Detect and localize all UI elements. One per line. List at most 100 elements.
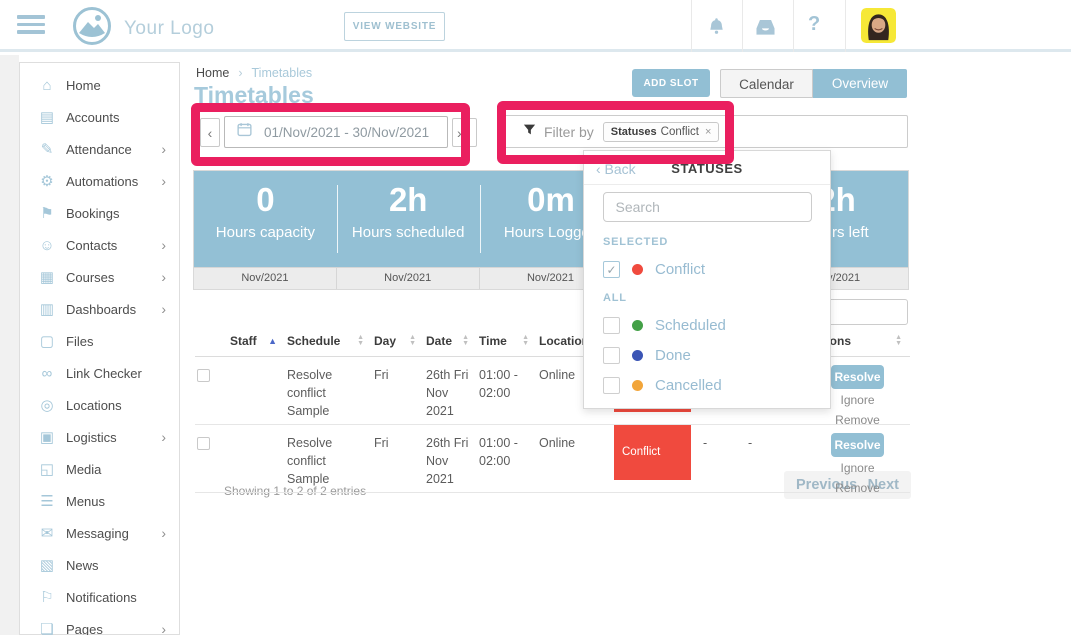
- logo[interactable]: Your Logo: [72, 6, 214, 51]
- home-icon: ⌂: [37, 77, 57, 94]
- status-checkbox[interactable]: [603, 317, 620, 334]
- sort-icons: ▲▼: [409, 335, 416, 347]
- remove-link[interactable]: Remove: [835, 480, 880, 497]
- status-option-label: Scheduled: [655, 317, 726, 334]
- status-option-cancelled[interactable]: Cancelled: [603, 377, 830, 394]
- status-option-scheduled[interactable]: Scheduled: [603, 317, 830, 334]
- filter-tag-remove-icon[interactable]: ×: [705, 126, 711, 138]
- page-gutter: [0, 55, 19, 635]
- sidebar-item-media[interactable]: ◱ Media: [20, 453, 179, 485]
- filter-bar[interactable]: Filter by Statuses Conflict ×: [499, 115, 908, 148]
- sidebar-item-label: Accounts: [66, 110, 119, 125]
- status-option-conflict[interactable]: ✓ Conflict: [603, 261, 830, 278]
- sidebar-item-courses[interactable]: ▦Courses›: [20, 261, 179, 293]
- resolve-button[interactable]: Resolve: [831, 433, 884, 457]
- status-checkbox[interactable]: [603, 347, 620, 364]
- column-header-label: Location: [539, 334, 589, 348]
- sidebar-item-label: Courses: [66, 270, 114, 285]
- sidebar-item-locations[interactable]: ◎ Locations: [20, 389, 179, 421]
- link-checker-icon: ∞: [37, 365, 57, 382]
- filter-tag-statuses-conflict[interactable]: Statuses Conflict ×: [603, 122, 720, 142]
- column-header-schedule[interactable]: Schedule▲▼: [285, 332, 372, 356]
- resolve-button[interactable]: Resolve: [831, 365, 884, 389]
- date-prev-button[interactable]: ‹: [200, 118, 220, 147]
- sidebar-item-messaging[interactable]: ✉Messaging›: [20, 517, 179, 549]
- sidebar: ⌂Home▤Accounts✎Attendance›⚙Automations›⚑…: [19, 62, 180, 635]
- status-dot: [632, 320, 643, 331]
- ignore-link[interactable]: Ignore: [840, 460, 874, 477]
- cell-time: 01:00 - 02:00: [477, 424, 537, 492]
- sidebar-item-pages[interactable]: ❏Pages›: [20, 613, 179, 635]
- sidebar-item-attendance[interactable]: ✎Attendance›: [20, 133, 179, 165]
- filter-icon: [522, 122, 537, 142]
- date-next-button[interactable]: ›: [452, 118, 477, 147]
- row-checkbox[interactable]: [197, 369, 210, 382]
- column-header-date[interactable]: Date▲▼: [424, 332, 477, 356]
- status-checkbox[interactable]: ✓: [603, 261, 620, 278]
- tab-overview[interactable]: Overview: [813, 69, 907, 98]
- sidebar-item-accounts[interactable]: ▤Accounts: [20, 101, 179, 133]
- stats-card-period: Nov/2021: [194, 268, 337, 289]
- sidebar-item-menus[interactable]: ☰Menus: [20, 485, 179, 517]
- sidebar-item-label: News: [66, 558, 99, 573]
- help-icon[interactable]: ?: [808, 13, 820, 36]
- sort-icons: ▲▼: [462, 335, 469, 347]
- sidebar-item-label: Attendance: [66, 142, 132, 157]
- add-slot-button[interactable]: ADD SLOT: [632, 69, 710, 97]
- status-search-input[interactable]: [603, 192, 812, 222]
- status-option-label: Conflict: [655, 261, 705, 278]
- column-header-time[interactable]: Time▲▼: [477, 332, 537, 356]
- dashboards-icon: ▥: [37, 300, 57, 318]
- view-website-button[interactable]: VIEW WEBSITE: [344, 12, 445, 41]
- stats-card-1: 0Hours capacity: [194, 171, 337, 267]
- sidebar-item-logistics[interactable]: ▣Logistics›: [20, 421, 179, 453]
- breadcrumb-home[interactable]: Home: [196, 66, 229, 80]
- sidebar-item-label: Locations: [66, 398, 122, 413]
- column-header-label: Time: [479, 334, 507, 348]
- date-range-field[interactable]: 01/Nov/2021 - 30/Nov/2021: [224, 116, 448, 148]
- sidebar-item-contacts[interactable]: ☺Contacts›: [20, 229, 179, 261]
- status-checkbox[interactable]: [603, 377, 620, 394]
- sidebar-item-automations[interactable]: ⚙Automations›: [20, 165, 179, 197]
- row-checkbox[interactable]: [197, 437, 210, 450]
- locations-icon: ◎: [37, 396, 57, 414]
- status-filter-dropdown: ‹ Back STATUSES SELECTED ✓Conflict ALL S…: [583, 150, 831, 409]
- sort-down-icon: ▼: [522, 341, 529, 347]
- sidebar-item-notifications[interactable]: ⚐Notifications: [20, 581, 179, 613]
- sidebar-item-home[interactable]: ⌂ Home: [20, 69, 179, 101]
- avatar[interactable]: [861, 8, 896, 43]
- status-option-done[interactable]: Done: [603, 347, 830, 364]
- column-header-day[interactable]: Day▲▼: [372, 332, 424, 356]
- sidebar-item-label: Bookings: [66, 206, 119, 221]
- automations-icon: ⚙: [37, 172, 57, 190]
- sidebar-item-files[interactable]: ▢Files: [20, 325, 179, 357]
- inbox-icon[interactable]: [753, 17, 778, 42]
- cell-status: Conflict: [614, 424, 701, 492]
- column-header-staff[interactable]: Staff▲: [228, 332, 285, 356]
- contacts-icon: ☺: [37, 237, 57, 254]
- column-header-checkbox: [195, 332, 228, 356]
- sidebar-item-label: Home: [66, 78, 101, 93]
- stats-card-label: Hours scheduled: [337, 224, 480, 241]
- header-divider: [691, 0, 692, 52]
- breadcrumb: Home › Timetables: [196, 66, 312, 80]
- all-heading: ALL: [603, 292, 830, 304]
- sidebar-item-bookings[interactable]: ⚑Bookings: [20, 197, 179, 229]
- tab-calendar[interactable]: Calendar: [720, 69, 813, 98]
- breadcrumb-current: Timetables: [252, 66, 313, 80]
- sort-down-icon: ▼: [409, 341, 416, 347]
- sidebar-item-link-checker[interactable]: ∞Link Checker: [20, 357, 179, 389]
- hamburger-menu-icon[interactable]: [17, 15, 45, 37]
- media-icon: ◱: [37, 460, 57, 478]
- dropdown-title: STATUSES: [584, 161, 830, 176]
- messaging-icon: ✉: [37, 524, 57, 542]
- chevron-right-icon: ›: [161, 141, 166, 157]
- column-header-label: Schedule: [287, 334, 340, 348]
- sidebar-item-dashboards[interactable]: ▥Dashboards›: [20, 293, 179, 325]
- ignore-link[interactable]: Ignore: [840, 392, 874, 409]
- sidebar-item-news[interactable]: ▧News: [20, 549, 179, 581]
- cell-extra2: -: [746, 424, 805, 492]
- sidebar-item-label: Media: [66, 462, 101, 477]
- breadcrumb-separator: ›: [238, 66, 242, 80]
- notifications-bell-icon[interactable]: [705, 15, 728, 43]
